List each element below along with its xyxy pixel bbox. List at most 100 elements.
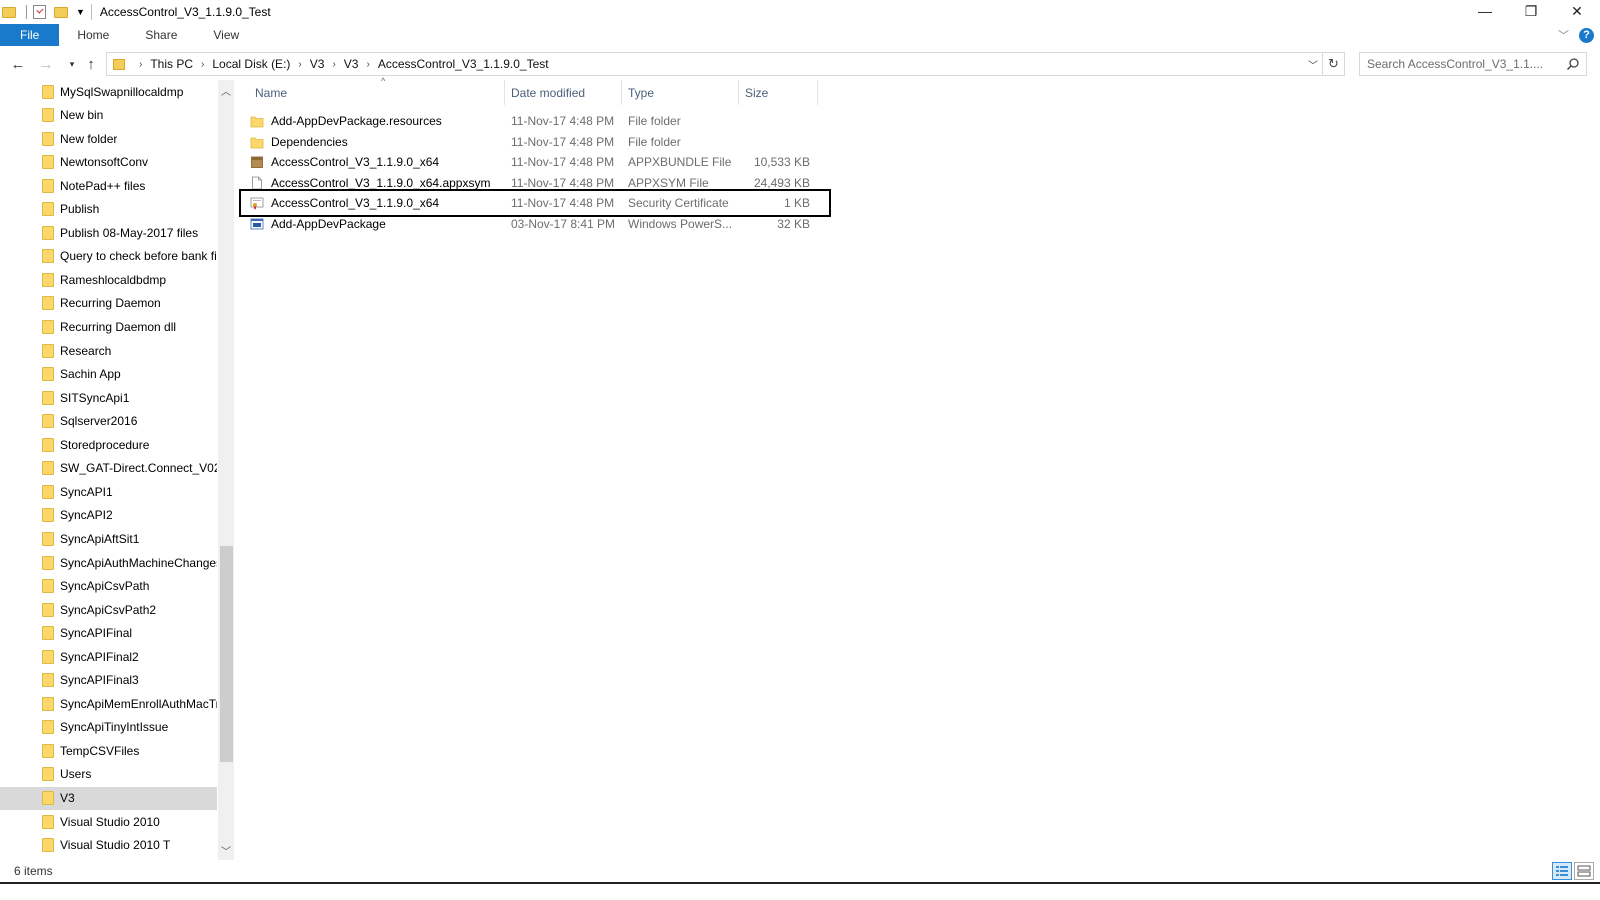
tab-file[interactable]: File [0,24,60,46]
scroll-down-chevron-icon[interactable]: ﹀ [218,842,234,858]
nav-tree-item[interactable]: Users [0,763,217,786]
breadcrumb-current-folder[interactable]: AccessControl_V3_1.1.9.0_Test [378,57,549,71]
tab-home[interactable]: Home [59,24,127,46]
navigation-pane: MySqlSwapnillocaldmp New bin New folder New… [0,80,234,860]
large-icons-view-icon[interactable] [1574,862,1594,880]
column-header-date-modified[interactable]: Date modified [505,80,622,105]
nav-tree-item[interactable]: Sqlserver2016 [0,410,217,433]
file-size [738,132,810,152]
chevron-right-icon[interactable]: › [366,59,369,70]
close-button[interactable]: ✕ [1554,0,1600,22]
status-bar: 6 items [0,860,1600,882]
nav-tree-item[interactable]: Visual Studio 2010 T [0,834,217,857]
chevron-right-icon[interactable]: › [139,59,142,70]
nav-tree-item[interactable]: SyncApiAuthMachineChanges [0,551,217,574]
nav-tree-item[interactable]: Query to check before bank file [0,245,217,268]
breadcrumb-this-pc[interactable]: This PC [150,57,193,71]
nav-tree-item-label: SyncApiCsvPath2 [60,602,157,617]
nav-tree-item-label: Visual Studio 2010 [60,814,160,829]
up-arrow-icon[interactable]: ↑ [79,52,103,76]
breadcrumb-local-disk[interactable]: Local Disk (E:) [212,57,290,71]
nav-tree-item-label: Storedprocedure [60,437,150,452]
help-icon[interactable]: ? [1579,27,1594,43]
nav-tree-item[interactable]: SyncAPIFinal2 [0,645,217,668]
title-bar: ▼ AccessControl_V3_1.1.9.0_Test — ❐ ✕ [0,0,1600,24]
file-name: Add-AppDevPackage [271,217,386,231]
nav-tree-item[interactable]: Sachin App [0,363,217,386]
file-row[interactable]: Dependencies 11-Nov-17 4:48 PM File folder [250,132,820,152]
file-row[interactable]: AccessControl_V3_1.1.9.0_x64 11-Nov-17 4:… [250,152,820,172]
restore-button[interactable]: ❐ [1508,0,1554,22]
nav-tree-item[interactable]: MySqlSwapnillocaldmp [0,80,217,103]
nav-tree-item[interactable]: Storedprocedure [0,433,217,456]
folder-icon [42,225,54,240]
nav-tree-item[interactable]: New folder [0,127,217,150]
nav-tree-item[interactable]: Research [0,339,217,362]
nav-tree-item[interactable]: Recurring Daemon [0,292,217,315]
nav-tree-item[interactable]: SITSyncApi1 [0,386,217,409]
nav-tree-item[interactable]: NewtonsoftConv [0,151,217,174]
chevron-right-icon[interactable]: › [332,59,335,70]
column-header-size[interactable]: Size [739,80,818,105]
chevron-right-icon[interactable]: › [201,59,204,70]
scroll-up-chevron-icon[interactable]: ︿ [218,82,234,98]
column-header-name[interactable]: Name ^ [249,76,505,105]
file-type: File folder [628,114,681,128]
nav-tree-item-label: SW_GAT-Direct.Connect_V0201 [60,461,217,476]
search-input[interactable] [1367,57,1557,71]
nav-tree-item[interactable]: SyncAPI2 [0,504,217,527]
tab-share[interactable]: Share [127,24,195,46]
nav-tree-item[interactable]: Publish 08-May-2017 files [0,221,217,244]
nav-tree-item[interactable]: SyncAPIFinal [0,622,217,645]
nav-tree-item[interactable]: New bin [0,104,217,127]
scrollbar-thumb[interactable] [220,546,233,762]
address-bar[interactable]: › This PC › Local Disk (E:) › V3 › V3 › … [106,52,1345,76]
nav-tree-item[interactable]: SyncApiCsvPath [0,575,217,598]
nav-tree-item[interactable]: Recurring Daemon dll [0,316,217,339]
nav-tree-item[interactable]: Publish [0,198,217,221]
folder-icon [42,579,54,594]
navigation-bar: ← → ▾ ↑ › This PC › Local Disk (E:) › V3… [0,50,1600,78]
expand-ribbon-chevron-icon[interactable]: ﹀ [1558,27,1569,43]
nav-tree-item[interactable]: SyncApiAftSit1 [0,527,217,550]
breadcrumb-v3[interactable]: V3 [310,57,325,71]
nav-tree-item[interactable]: Visual Studio 2010 [0,810,217,833]
column-header-type[interactable]: Type [622,80,739,105]
nav-tree-item[interactable]: SyncAPIFinal3 [0,669,217,692]
nav-tree-item[interactable]: SyncApiTinyIntIssue [0,716,217,739]
nav-tree-item[interactable]: V3 [0,786,217,810]
minimize-button[interactable]: — [1462,0,1508,22]
folder-icon[interactable] [2,6,16,18]
file-row[interactable]: Add-AppDevPackage.resources 11-Nov-17 4:4… [250,111,820,131]
customize-toolbar-chevron-icon[interactable]: ▼ [76,7,85,17]
properties-icon[interactable] [33,5,46,19]
nav-tree-item[interactable]: TempCSVFiles [0,739,217,762]
nav-tree-item[interactable]: Rameshlocaldbdmp [0,268,217,291]
file-row[interactable]: Add-AppDevPackage 03-Nov-17 8:41 PM Window… [250,214,820,234]
nav-tree-item[interactable]: SyncAPI1 [0,480,217,503]
nav-tree-item[interactable]: SyncApiMemEnrollAuthMacTr [0,692,217,715]
forward-arrow-icon[interactable]: → [34,52,58,76]
divider [26,5,27,19]
nav-tree-item[interactable]: SyncApiCsvPath2 [0,598,217,621]
file-size: 32 KB [777,217,810,231]
search-icon[interactable] [1566,57,1580,71]
nav-tree-item[interactable]: NotePad++ files [0,174,217,197]
file-type: Windows PowerS... [628,217,733,231]
new-folder-icon[interactable] [54,6,68,18]
address-dropdown-chevron-icon[interactable]: ﹀ [1308,57,1318,72]
nav-pane-scrollbar[interactable]: ︿ ﹀ [218,80,234,860]
powershell-icon [250,218,264,230]
tab-view[interactable]: View [195,24,257,46]
search-box[interactable] [1359,52,1587,76]
refresh-icon[interactable]: ↻ [1322,53,1344,75]
back-arrow-icon[interactable]: ← [6,52,30,76]
folder-icon [42,202,54,217]
breadcrumb-v3-sub[interactable]: V3 [344,57,359,71]
nav-tree-item-label: SyncAPI1 [60,484,113,499]
folder-icon [42,767,54,782]
details-view-icon[interactable] [1552,862,1572,880]
nav-tree-item-label: SyncAPIFinal2 [60,649,139,664]
nav-tree-item[interactable]: SW_GAT-Direct.Connect_V0201 [0,457,217,480]
chevron-right-icon[interactable]: › [298,59,301,70]
